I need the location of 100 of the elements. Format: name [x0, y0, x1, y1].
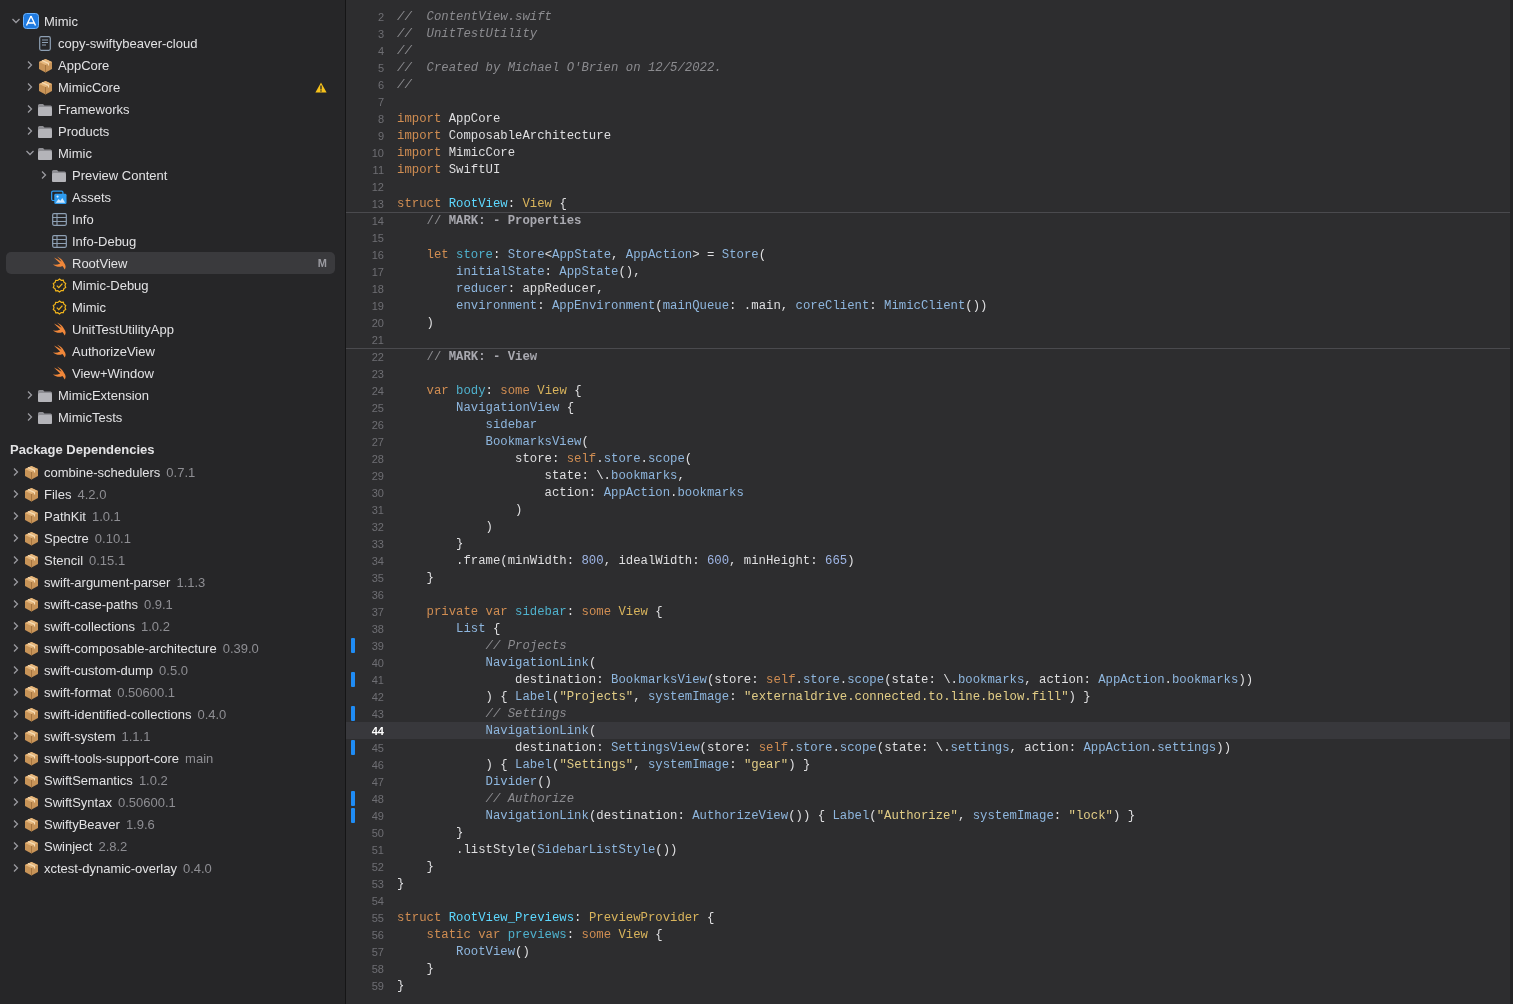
- line-number: 4: [376, 44, 384, 57]
- file-name: MimicCore: [58, 79, 121, 95]
- table-icon: [51, 234, 67, 248]
- package-item[interactable]: PathKit 1.0.1: [6, 505, 335, 527]
- chevron-right-icon[interactable]: [25, 126, 35, 136]
- chevron-right-icon[interactable]: [11, 819, 21, 829]
- package-icon: [23, 816, 39, 832]
- chevron-right-icon[interactable]: [11, 687, 21, 697]
- line-number: 21: [370, 333, 384, 346]
- chevron-right-icon[interactable]: [11, 731, 21, 741]
- file-tree-item[interactable]: Info-Debug: [6, 230, 335, 252]
- file-tree-item[interactable]: Mimic: [6, 10, 335, 32]
- package-item[interactable]: swift-format 0.50600.1: [6, 681, 335, 703]
- file-tree-item[interactable]: Mimic-Debug: [6, 274, 335, 296]
- package-item[interactable]: swift-case-paths 0.9.1: [6, 593, 335, 615]
- code-line: store: self.store.scope(: [514, 451, 693, 466]
- chevron-right-icon[interactable]: [11, 467, 21, 477]
- code-line: }: [455, 825, 464, 840]
- package-item[interactable]: Swinject 2.8.2: [6, 835, 335, 857]
- file-tree-item[interactable]: Mimic: [6, 142, 335, 164]
- chevron-right-icon[interactable]: [11, 621, 21, 631]
- package-item[interactable]: swift-system 1.1.1: [6, 725, 335, 747]
- chevron-right-icon[interactable]: [11, 599, 21, 609]
- package-item[interactable]: SwiftSyntax 0.50600.1: [6, 791, 335, 813]
- package-item[interactable]: swift-composable-architecture 0.39.0: [6, 637, 335, 659]
- file-tree-item[interactable]: Frameworks: [6, 98, 335, 120]
- file-tree-item[interactable]: MimicExtension: [6, 384, 335, 406]
- package-item[interactable]: swift-argument-parser 1.1.3: [6, 571, 335, 593]
- file-name: MimicExtension: [58, 387, 150, 403]
- file-tree-item[interactable]: Assets: [6, 186, 335, 208]
- file-tree-item[interactable]: RootView M: [6, 252, 335, 274]
- chevron-right-icon[interactable]: [11, 863, 21, 873]
- line-number: 22: [370, 350, 384, 363]
- file-tree-item[interactable]: AppCore: [6, 54, 335, 76]
- code-line: private var sidebar: some View {: [425, 604, 663, 619]
- file-tree-item[interactable]: View+Window: [6, 362, 335, 384]
- package-item[interactable]: Stencil 0.15.1: [6, 549, 335, 571]
- line-number: 41: [370, 673, 384, 686]
- chevron-right-icon[interactable]: [11, 555, 21, 565]
- code-line: ) { Label("Settings", systemImage: "gear") }: [484, 757, 811, 772]
- line-number: 51: [370, 843, 384, 856]
- package-item[interactable]: SwiftSemantics 1.0.2: [6, 769, 335, 791]
- section-header: Package Dependencies: [10, 441, 155, 459]
- chevron-right-icon[interactable]: [11, 753, 21, 763]
- chevron-down-icon[interactable]: [11, 16, 21, 26]
- package-name: swift-format: [44, 684, 112, 700]
- line-number: 20: [370, 316, 384, 329]
- line-number: 2: [376, 10, 384, 23]
- chevron-right-icon[interactable]: [11, 841, 21, 851]
- file-name: Mimic-Debug: [72, 277, 149, 293]
- file-tree-item[interactable]: Preview Content: [6, 164, 335, 186]
- chevron-right-icon[interactable]: [11, 511, 21, 521]
- chevron-down-icon[interactable]: [25, 148, 35, 158]
- chevron-right-icon[interactable]: [25, 60, 35, 70]
- line-number: 13: [370, 197, 384, 210]
- package-item[interactable]: xctest-dynamic-overlay 0.4.0: [6, 857, 335, 879]
- code-line: NavigationLink(destination: AuthorizeView()) { Label("Authorize", systemImage: "lock") }: [484, 808, 1136, 823]
- file-tree-item[interactable]: UnitTestUtilityApp: [6, 318, 335, 340]
- chevron-right-icon[interactable]: [11, 797, 21, 807]
- file-tree-item[interactable]: Products: [6, 120, 335, 142]
- app-icon: [23, 13, 39, 29]
- chevron-right-icon[interactable]: [11, 665, 21, 675]
- chevron-right-icon[interactable]: [25, 412, 35, 422]
- chevron-right-icon[interactable]: [25, 82, 35, 92]
- package-item[interactable]: SwiftyBeaver 1.9.6: [6, 813, 335, 835]
- code-line: import ComposableArchitecture: [397, 128, 611, 143]
- package-item[interactable]: swift-identified-collections 0.4.0: [6, 703, 335, 725]
- package-item[interactable]: swift-custom-dump 0.5.0: [6, 659, 335, 681]
- chevron-right-icon[interactable]: [25, 390, 35, 400]
- chevron-right-icon[interactable]: [39, 170, 49, 180]
- code-line: reducer: appReducer,: [455, 281, 604, 296]
- package-item[interactable]: swift-collections 1.0.2: [6, 615, 335, 637]
- chevron-right-icon[interactable]: [11, 775, 21, 785]
- package-version: 1.0.2: [141, 618, 170, 634]
- file-tree-item[interactable]: copy-swiftybeaver-cloud: [6, 32, 335, 54]
- chevron-right-icon[interactable]: [25, 104, 35, 114]
- file-tree-item[interactable]: MimicCore: [6, 76, 335, 98]
- package-item[interactable]: Spectre 0.10.1: [6, 527, 335, 549]
- package-name: SwiftyBeaver: [44, 816, 120, 832]
- package-icon: [23, 794, 39, 810]
- package-name: combine-schedulers: [44, 464, 161, 480]
- chevron-right-icon[interactable]: [11, 489, 21, 499]
- package-icon: [23, 860, 39, 876]
- chevron-right-icon[interactable]: [11, 709, 21, 719]
- chevron-right-icon[interactable]: [11, 643, 21, 653]
- code-line: Divider(): [484, 774, 552, 789]
- chevron-right-icon[interactable]: [11, 533, 21, 543]
- code-line: NavigationLink(: [484, 655, 597, 670]
- package-item[interactable]: combine-schedulers 0.7.1: [6, 461, 335, 483]
- file-tree-item[interactable]: MimicTests: [6, 406, 335, 428]
- line-number: 32: [370, 520, 384, 533]
- file-tree-item[interactable]: Mimic: [6, 296, 335, 318]
- file-tree-item[interactable]: AuthorizeView: [6, 340, 335, 362]
- package-item[interactable]: Files 4.2.0: [6, 483, 335, 505]
- file-tree-item[interactable]: Info: [6, 208, 335, 230]
- code-line: struct RootView_Previews: PreviewProvider {: [397, 910, 715, 925]
- code-line: ) { Label("Projects", systemImage: "externaldrive.connected.to.line.below.fill") }: [484, 689, 1091, 704]
- package-name: Stencil: [44, 552, 84, 568]
- chevron-right-icon[interactable]: [11, 577, 21, 587]
- package-item[interactable]: swift-tools-support-core main: [6, 747, 335, 769]
